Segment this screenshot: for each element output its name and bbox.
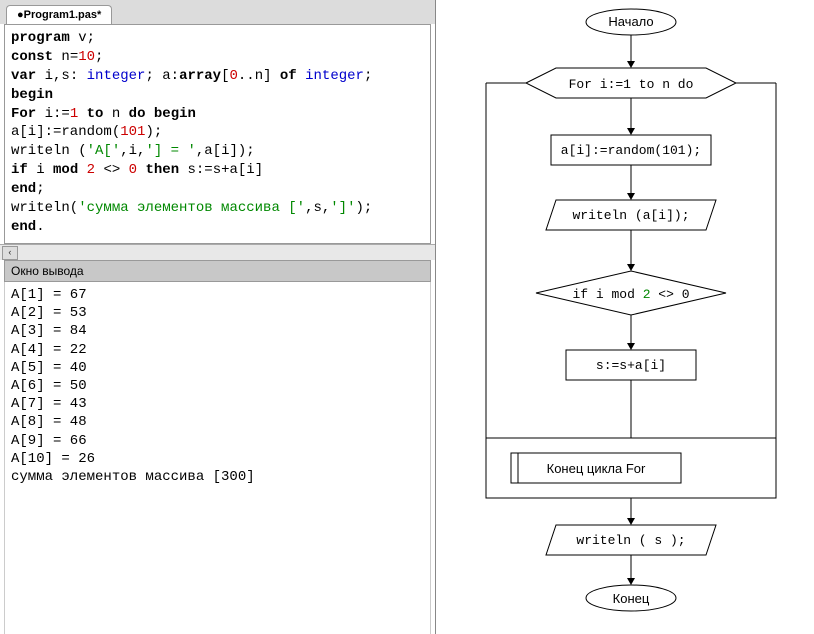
flowchart-diagram: Начало For i:=1 to n do a[i]:=random(101… <box>466 8 796 624</box>
svg-text:Конец цикла For: Конец цикла For <box>547 461 646 476</box>
code-editor[interactable]: program v;const n=10;var i,s: integer; a… <box>5 25 430 243</box>
tab-bar: ●Program1.pas* <box>0 0 435 24</box>
horizontal-scrollbar[interactable]: ‹ <box>0 244 435 260</box>
flowchart-pane: Начало For i:=1 to n do a[i]:=random(101… <box>436 0 814 634</box>
output-panel-header: Окно вывода <box>4 260 431 282</box>
svg-text:Начало: Начало <box>608 14 653 29</box>
output-panel: A[1] = 67 A[2] = 53 A[3] = 84 A[4] = 22 … <box>4 282 431 634</box>
scroll-left-icon[interactable]: ‹ <box>2 246 18 260</box>
svg-text:writeln ( s );: writeln ( s ); <box>576 533 685 548</box>
svg-text:a[i]:=random(101);: a[i]:=random(101); <box>561 143 701 158</box>
svg-text:Конец: Конец <box>613 591 650 606</box>
svg-text:For i:=1 to n do: For i:=1 to n do <box>569 77 694 92</box>
svg-text:writeln (a[i]);: writeln (a[i]); <box>572 208 689 223</box>
editor-container: program v;const n=10;var i,s: integer; a… <box>4 24 431 244</box>
file-tab[interactable]: ●Program1.pas* <box>6 5 112 24</box>
editor-pane: ●Program1.pas* program v;const n=10;var … <box>0 0 436 634</box>
svg-text:s:=s+a[i]: s:=s+a[i] <box>596 358 666 373</box>
svg-text:if i mod 2 <> 0: if i mod 2 <> 0 <box>572 287 689 302</box>
